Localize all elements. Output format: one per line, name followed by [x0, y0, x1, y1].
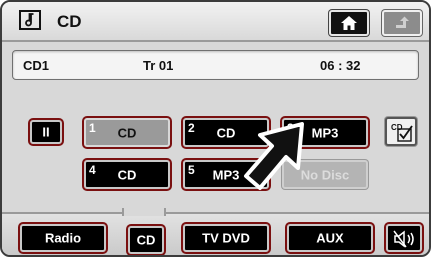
- back-arrow-icon: [396, 16, 409, 28]
- disc-name: CD1: [23, 58, 50, 73]
- elapsed-time: 06 : 32: [320, 58, 361, 73]
- home-button[interactable]: [329, 10, 369, 36]
- slot-label: CD: [117, 125, 137, 140]
- pause-label: II: [42, 124, 50, 140]
- header-bar: CD: [2, 2, 429, 42]
- cd-eject-check-icon: CD: [391, 123, 413, 142]
- music-note-icon: [19, 10, 41, 30]
- mute-button[interactable]: [386, 224, 422, 252]
- pointer-arrow-icon: [244, 122, 304, 190]
- source-label: TV DVD: [202, 230, 250, 246]
- source-label: CD: [136, 232, 156, 248]
- speaker-mute-icon: [393, 230, 414, 248]
- source-radio-button[interactable]: Radio: [20, 224, 106, 252]
- home-icon: [341, 16, 357, 30]
- source-label: AUX: [316, 230, 344, 246]
- disc-select-button[interactable]: CD: [385, 117, 417, 146]
- pause-button[interactable]: II: [30, 120, 62, 144]
- source-aux-button[interactable]: AUX: [287, 224, 373, 252]
- source-tv-dvd-button[interactable]: TV DVD: [183, 224, 269, 252]
- disc-slot-1-button[interactable]: 1 CD: [84, 118, 170, 147]
- svg-text:CD: CD: [391, 123, 403, 132]
- source-label: Radio: [44, 230, 82, 246]
- disc-slot-4-button[interactable]: 4 CD: [84, 160, 170, 189]
- page-title: CD: [57, 12, 82, 31]
- slot-label: CD: [117, 167, 137, 182]
- active-source-tab: [122, 208, 166, 216]
- track-info-bar: CD1 Tr 01 06 : 32: [12, 50, 419, 80]
- track-number: Tr 01: [143, 58, 174, 73]
- cd-screen: CD CD1 Tr 01 06 : 32 II 1 CD 2 CD 3 MP3 …: [0, 0, 431, 257]
- back-button[interactable]: [382, 10, 422, 36]
- source-cd-button[interactable]: CD: [128, 226, 164, 254]
